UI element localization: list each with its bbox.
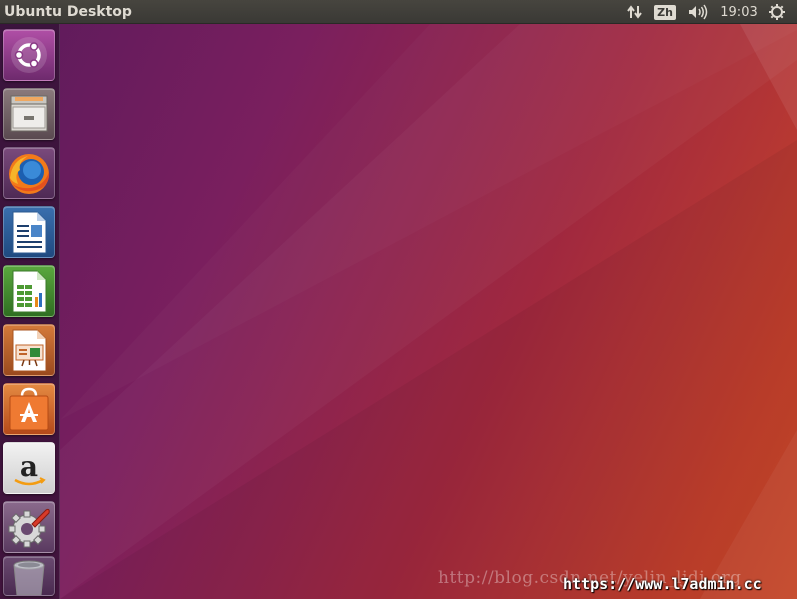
clock-indicator[interactable]: 19:03 [715,0,763,24]
trash-icon [13,560,45,595]
launcher-item-files[interactable] [3,88,55,140]
indicator-area: Zh 19:03 [621,0,791,24]
launcher-item-dash-home[interactable] [3,29,55,81]
wallpaper [60,24,797,599]
launcher: a [0,24,60,599]
session-indicator[interactable] [763,0,791,24]
watermark-brand: https://www.l7admin.cc [563,575,762,593]
speaker-volume-icon [689,4,708,20]
launcher-item-libreoffice-calc[interactable] [3,265,55,317]
firefox-icon [9,154,50,194]
settings-gear-wrench-icon [8,508,50,548]
launcher-item-trash[interactable] [3,556,55,596]
software-bag-icon [9,387,49,431]
launcher-item-system-settings[interactable] [3,501,55,553]
ubuntu-logo-icon [11,37,47,73]
keyboard-layout-label: Zh [654,4,676,20]
network-arrows-icon [627,5,642,19]
desktop-screen: Ubuntu Desktop Zh 19:03 a http://blog.cs… [0,0,797,599]
impress-presentation-icon [12,329,47,372]
keyboard-layout-indicator[interactable]: Zh [649,0,681,24]
panel-title: Ubuntu Desktop [4,3,132,20]
launcher-item-libreoffice-impress[interactable] [3,324,55,376]
file-cabinet-icon [10,95,48,132]
network-indicator[interactable] [621,0,649,24]
calc-spreadsheet-icon [12,270,47,313]
launcher-item-ubuntu-software[interactable] [3,383,55,435]
launcher-item-firefox[interactable] [3,147,55,199]
launcher-item-amazon[interactable]: a [3,442,55,494]
svg-text:a: a [20,450,38,483]
amazon-icon: a [14,450,46,486]
writer-document-icon [12,211,47,254]
sound-indicator[interactable] [681,0,715,24]
power-gear-icon [769,4,785,20]
launcher-item-libreoffice-writer[interactable] [3,206,55,258]
top-panel: Ubuntu Desktop Zh 19:03 [0,0,797,24]
